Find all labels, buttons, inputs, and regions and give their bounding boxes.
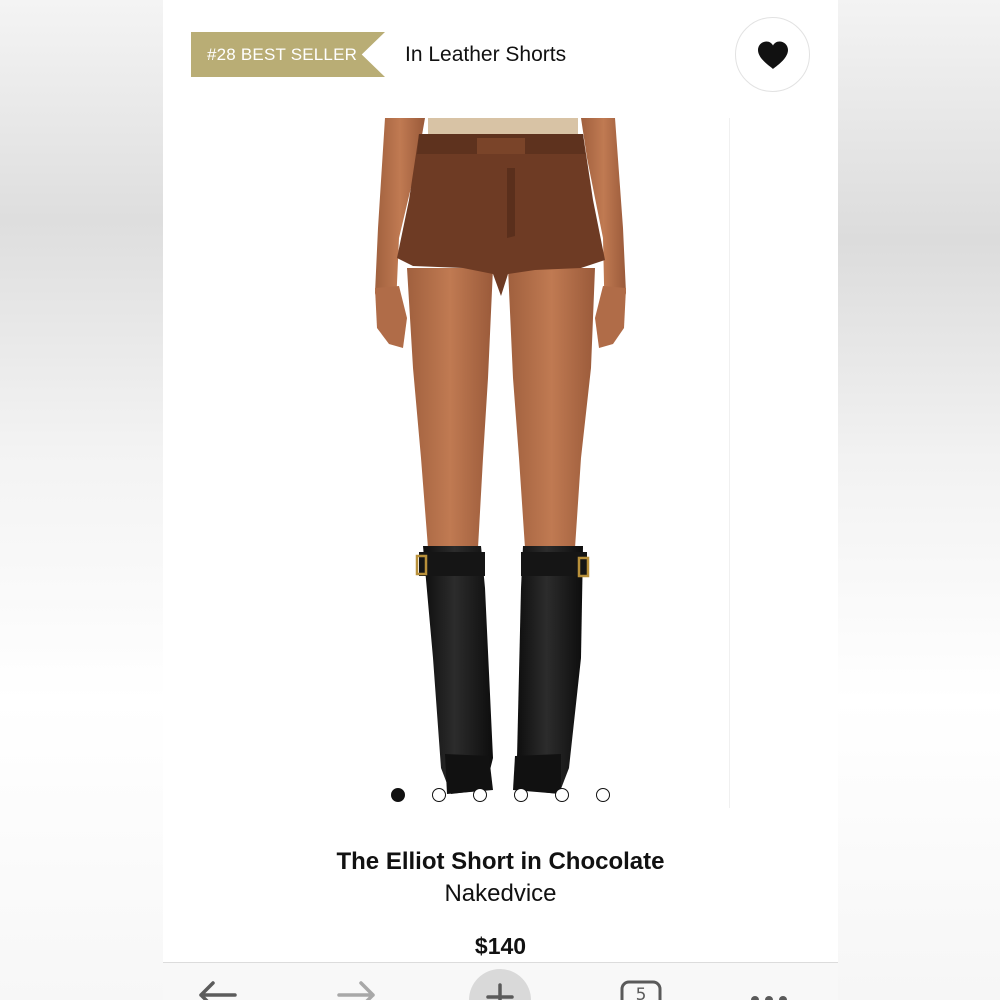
back-button[interactable] [195,977,245,1000]
carousel-dot-3[interactable] [473,788,487,802]
tab-count: 5 [635,985,647,1000]
tabs-button[interactable]: 5 [619,979,669,1000]
back-arrow-icon [199,981,237,1000]
product-title: The Elliot Short in Chocolate [336,848,665,875]
category-label: In Leather Shorts [405,43,567,66]
background-left [0,0,163,1000]
product-brand[interactable]: Nakedvice [163,880,838,908]
best-seller-badge: #28 BEST SELLER [191,32,385,77]
new-tab-button[interactable] [469,969,531,1000]
favorite-button[interactable] [735,17,810,92]
background-right [838,0,1000,1000]
more-menu-icon [751,996,787,1000]
heart-icon [757,41,788,69]
category-link[interactable]: In Leather Shorts [405,40,566,70]
forward-button[interactable] [335,977,385,1000]
product-image [375,118,626,794]
carousel-dot-5[interactable] [555,788,569,802]
carousel-dot-6[interactable] [596,788,610,802]
best-seller-label: #28 BEST SELLER [207,44,358,64]
product-image-carousel[interactable] [163,118,838,808]
product-price: $140 [474,933,527,959]
plus-icon [486,983,514,1000]
carousel-dot-1[interactable] [391,788,405,802]
carousel-pagination [391,788,611,804]
forward-arrow-icon [337,981,375,1000]
browser-toolbar: 5 [163,962,838,1000]
carousel-dot-2[interactable] [432,788,446,802]
carousel-dot-4[interactable] [514,788,528,802]
product-page: #28 BEST SELLER In Leather Shorts The El… [163,0,838,1000]
more-button[interactable] [747,991,797,1000]
